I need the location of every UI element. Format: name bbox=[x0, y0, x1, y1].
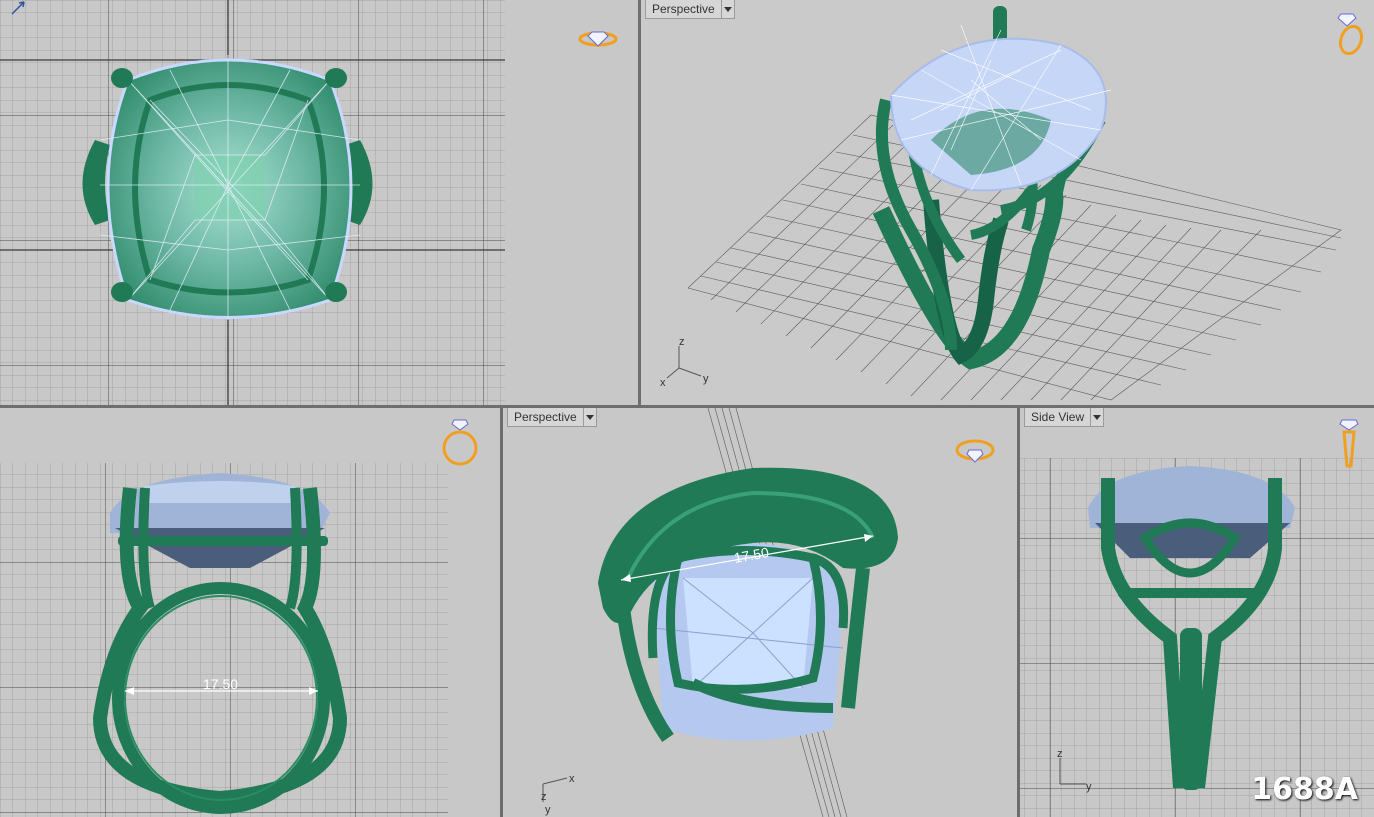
viewport-title: Side View bbox=[1031, 410, 1085, 424]
viewport-label-perspective-top[interactable]: Perspective bbox=[645, 0, 735, 19]
perspective-bottom-scene: 17.50 bbox=[598, 408, 898, 817]
viewport-perspective-bottom[interactable]: 17.50 Perspective x z y bbox=[503, 408, 1017, 817]
viewport-label-side[interactable]: Side View bbox=[1024, 408, 1105, 427]
ring-view-cube-icon[interactable] bbox=[440, 418, 480, 473]
front-view-scene: 17.50 bbox=[0, 463, 448, 817]
ring-view-cube-icon[interactable] bbox=[1338, 418, 1362, 477]
chevron-down-icon[interactable] bbox=[582, 408, 596, 426]
viewport-top[interactable] bbox=[0, 0, 638, 405]
axis-tripod-icon: z y x bbox=[659, 336, 719, 393]
perspective-top-scene bbox=[687, 6, 1342, 401]
axis-z-label: z bbox=[679, 336, 685, 348]
ring-view-cube-icon[interactable] bbox=[578, 26, 618, 55]
top-view-side-panel bbox=[505, 0, 638, 405]
viewport-label-perspective-bottom[interactable]: Perspective bbox=[507, 408, 597, 427]
axis-tripod-icon: z y bbox=[1054, 746, 1104, 801]
ring-size-dimension-front: 17.50 bbox=[203, 676, 238, 692]
axis-x-label: x bbox=[660, 377, 666, 388]
viewport-front[interactable]: 17.50 bbox=[0, 408, 500, 817]
arrow-axis-icon bbox=[10, 0, 30, 21]
viewport-title: Perspective bbox=[514, 410, 577, 424]
ring-view-cube-icon[interactable] bbox=[1336, 12, 1366, 61]
axis-z-label: z bbox=[1057, 748, 1063, 760]
model-id-label: 1688A bbox=[1251, 772, 1358, 807]
axis-y-label: y bbox=[703, 373, 709, 385]
viewport-title: Perspective bbox=[652, 2, 715, 16]
viewport-perspective-top[interactable]: Perspective z y x bbox=[641, 0, 1374, 405]
axis-tripod-icon: x z y bbox=[533, 772, 583, 817]
axis-z-label: z bbox=[541, 791, 547, 803]
chevron-down-icon[interactable] bbox=[720, 0, 734, 18]
chevron-down-icon[interactable] bbox=[1090, 408, 1103, 426]
axis-y-label: y bbox=[1086, 781, 1092, 793]
ring-view-cube-icon[interactable] bbox=[955, 436, 995, 471]
axis-y-label: y bbox=[545, 804, 551, 816]
axis-x-label: x bbox=[569, 773, 575, 785]
viewport-side[interactable]: Side View z y 1688A bbox=[1020, 408, 1374, 817]
